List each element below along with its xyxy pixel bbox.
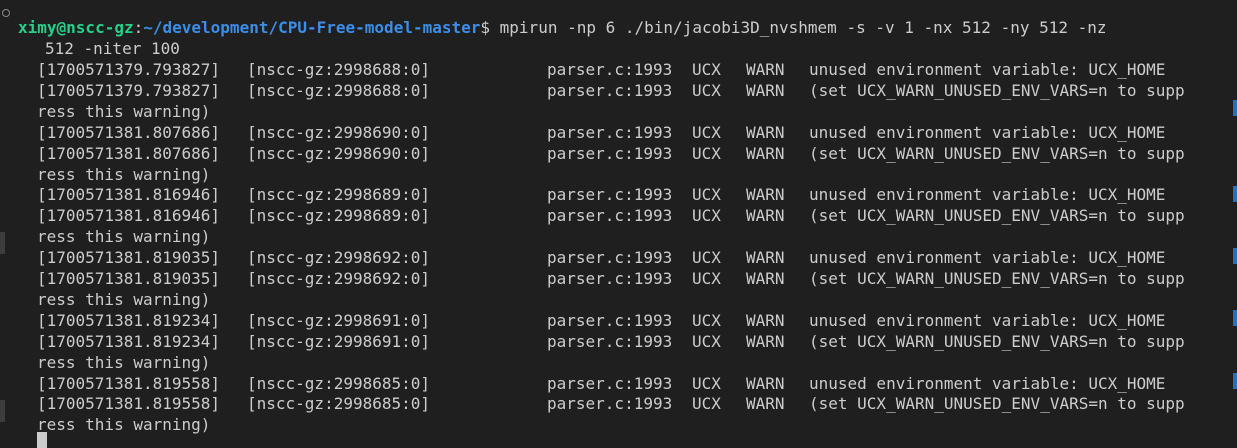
log-message: unused environment variable: UCX_HOME xyxy=(809,122,1166,142)
log-line-wrap: ress this warning) xyxy=(37,289,211,309)
prompt-symbol: $ xyxy=(480,18,500,37)
log-timestamp: [1700571381.816946] xyxy=(37,185,221,205)
prompt-user-host: ximy@nscc-gz xyxy=(18,18,134,37)
log-source: parser.c:1993 xyxy=(547,269,673,288)
log-library: UCX xyxy=(692,394,721,414)
log-message: (set UCX_WARN_UNUSED_ENV_VARS=n to supp xyxy=(809,143,1185,163)
log-line-wrap: ress this warning) xyxy=(37,227,211,247)
log-timestamp: [1700571379.793827] xyxy=(37,60,221,79)
log-host: [nscc-gz:2998692:0] xyxy=(247,269,431,288)
log-line-wrap: ress this warning) xyxy=(37,352,211,372)
terminal-panel[interactable]: ximy@nscc-gz:~/development/CPU-Free-mode… xyxy=(0,0,1237,448)
log-timestamp: [1700571379.793827] xyxy=(37,80,221,100)
log-library: UCX xyxy=(692,269,721,288)
log-level: WARN xyxy=(746,60,785,79)
scrollbar-marker xyxy=(1233,373,1237,389)
log-level: WARN xyxy=(746,331,785,351)
scrollbar-marker xyxy=(1233,100,1237,116)
log-library: UCX xyxy=(692,143,721,163)
log-library: UCX xyxy=(692,60,721,79)
editor-gutter-marker xyxy=(0,400,5,422)
log-source: parser.c:1993 xyxy=(547,206,673,226)
log-library: UCX xyxy=(692,185,721,205)
log-library: UCX xyxy=(692,310,721,330)
log-message: unused environment variable: UCX_HOME xyxy=(809,60,1166,79)
log-source: parser.c:1993 xyxy=(547,143,673,163)
log-timestamp: [1700571381.819035] xyxy=(37,248,221,268)
log-level: WARN xyxy=(746,269,785,288)
command-continuation: 512 -niter 100 xyxy=(45,39,180,58)
prompt-separator: : xyxy=(133,18,144,37)
log-timestamp: [1700571381.819234] xyxy=(37,331,221,351)
log-host: [nscc-gz:2998690:0] xyxy=(247,122,431,142)
log-level: WARN xyxy=(746,248,785,268)
log-timestamp: [1700571381.816946] xyxy=(37,206,221,226)
log-source: parser.c:1993 xyxy=(547,60,673,79)
log-level: WARN xyxy=(746,185,785,205)
log-line-wrap: ress this warning) xyxy=(37,164,211,184)
log-message: (set UCX_WARN_UNUSED_ENV_VARS=n to supp xyxy=(809,331,1185,351)
log-level: WARN xyxy=(746,373,785,393)
log-source: parser.c:1993 xyxy=(547,185,673,205)
log-level: WARN xyxy=(746,394,785,414)
prompt-cwd: ~/development/CPU-Free-model-master xyxy=(143,18,481,37)
log-host: [nscc-gz:2998689:0] xyxy=(247,185,431,205)
log-library: UCX xyxy=(692,122,721,142)
log-message: unused environment variable: UCX_HOME xyxy=(809,310,1166,330)
log-message: unused environment variable: UCX_HOME xyxy=(809,373,1166,393)
log-source: parser.c:1993 xyxy=(547,310,673,330)
log-level: WARN xyxy=(746,310,785,330)
prompt-line: ximy@nscc-gz:~/development/CPU-Free-mode… xyxy=(18,17,1107,38)
log-message: (set UCX_WARN_UNUSED_ENV_VARS=n to supp xyxy=(809,269,1185,288)
command-text: mpirun -np 6 ./bin/jacobi3D_nvshmem -s -… xyxy=(499,18,1107,37)
scrollbar-marker xyxy=(1233,186,1237,202)
log-source: parser.c:1993 xyxy=(547,248,673,268)
scrollbar-marker xyxy=(1233,310,1237,326)
log-timestamp: [1700571381.819558] xyxy=(37,394,221,414)
log-host: [nscc-gz:2998691:0] xyxy=(247,310,431,330)
log-timestamp: [1700571381.819234] xyxy=(37,310,221,330)
log-host: [nscc-gz:2998685:0] xyxy=(247,394,431,414)
log-level: WARN xyxy=(746,143,785,163)
editor-gutter-marker xyxy=(0,232,5,254)
log-message: (set UCX_WARN_UNUSED_ENV_VARS=n to supp xyxy=(809,206,1185,226)
log-library: UCX xyxy=(692,206,721,226)
log-host: [nscc-gz:2998688:0] xyxy=(247,60,431,79)
scrollbar-marker xyxy=(1233,248,1237,264)
log-level: WARN xyxy=(746,122,785,142)
log-library: UCX xyxy=(692,331,721,351)
log-host: [nscc-gz:2998690:0] xyxy=(247,143,431,163)
log-source: parser.c:1993 xyxy=(547,331,673,351)
log-timestamp: [1700571381.819035] xyxy=(37,269,221,288)
log-host: [nscc-gz:2998689:0] xyxy=(247,206,431,226)
log-host: [nscc-gz:2998692:0] xyxy=(247,248,431,268)
log-message: unused environment variable: UCX_HOME xyxy=(809,185,1166,205)
log-source: parser.c:1993 xyxy=(547,373,673,393)
log-level: WARN xyxy=(746,206,785,226)
prompt-status-circle-icon xyxy=(2,9,10,17)
terminal-cursor[interactable] xyxy=(37,432,47,448)
log-timestamp: [1700571381.819558] xyxy=(37,373,221,393)
log-host: [nscc-gz:2998688:0] xyxy=(247,80,431,100)
log-message: unused environment variable: UCX_HOME xyxy=(809,248,1166,268)
log-timestamp: [1700571381.807686] xyxy=(37,122,221,142)
log-source: parser.c:1993 xyxy=(547,80,673,100)
log-line-wrap: ress this warning) xyxy=(37,101,211,121)
log-host: [nscc-gz:2998685:0] xyxy=(247,373,431,393)
log-timestamp: [1700571381.807686] xyxy=(37,143,221,163)
log-line-wrap: ress this warning) xyxy=(37,415,211,435)
log-message: (set UCX_WARN_UNUSED_ENV_VARS=n to supp xyxy=(809,394,1185,414)
log-level: WARN xyxy=(746,80,785,100)
log-library: UCX xyxy=(692,248,721,268)
log-library: UCX xyxy=(692,80,721,100)
log-host: [nscc-gz:2998691:0] xyxy=(247,331,431,351)
log-message: (set UCX_WARN_UNUSED_ENV_VARS=n to supp xyxy=(809,80,1185,100)
log-library: UCX xyxy=(692,373,721,393)
log-source: parser.c:1993 xyxy=(547,394,673,414)
log-source: parser.c:1993 xyxy=(547,122,673,142)
